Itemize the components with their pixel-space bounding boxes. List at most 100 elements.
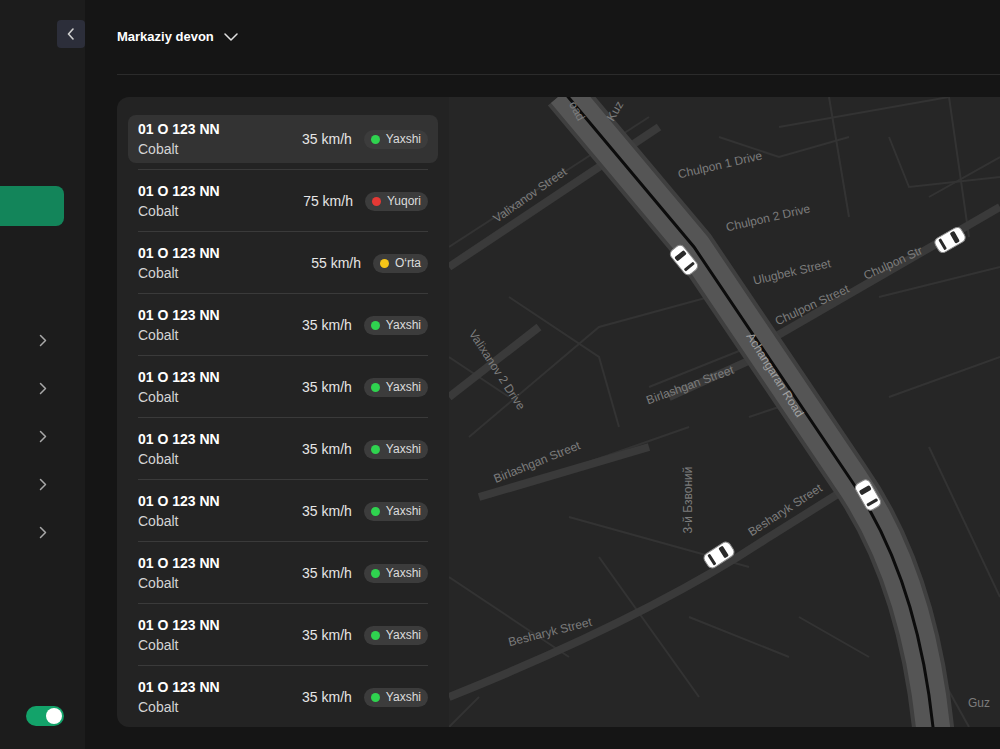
status-label: O‘rta bbox=[395, 254, 421, 272]
row-divider bbox=[138, 355, 428, 356]
theme-toggle[interactable] bbox=[26, 706, 64, 726]
status-badge: Yaxshi bbox=[364, 688, 428, 707]
status-label: Yaxshi bbox=[386, 502, 421, 520]
vehicle-plate: 01 O 123 NN bbox=[138, 429, 302, 449]
row-divider bbox=[138, 541, 428, 542]
sidebar-item[interactable] bbox=[0, 460, 85, 508]
vehicle-speed: 55 km/h bbox=[311, 253, 361, 274]
vehicle-row[interactable]: 01 O 123 NNCobalt35 km/h Yaxshi bbox=[128, 301, 438, 349]
car-icon[interactable] bbox=[668, 243, 699, 276]
car-icon[interactable] bbox=[854, 478, 883, 512]
row-divider bbox=[138, 417, 428, 418]
vehicle-row[interactable]: 01 O 123 NNCobalt35 km/h Yaxshi bbox=[128, 611, 438, 659]
street-label: Birlashgan Street bbox=[644, 362, 736, 407]
street-label: 3-й Бзвоний bbox=[681, 466, 695, 533]
vehicle-model: Cobalt bbox=[138, 697, 302, 717]
row-divider bbox=[138, 169, 428, 170]
sidebar-item[interactable] bbox=[0, 364, 85, 412]
status-dot bbox=[371, 383, 380, 392]
street-label: Chulpon Street bbox=[773, 281, 852, 328]
sidebar bbox=[0, 0, 85, 749]
status-badge: Yaxshi bbox=[364, 130, 428, 149]
vehicle-plate: 01 O 123 NN bbox=[138, 491, 302, 511]
car-icon[interactable] bbox=[702, 540, 736, 570]
street-label: Besharyk Street bbox=[745, 481, 825, 540]
vehicle-model: Cobalt bbox=[138, 387, 302, 407]
status-badge: Yaxshi bbox=[364, 502, 428, 521]
vehicle-row[interactable]: 01 O 123 NNCobalt75 km/hYuqori bbox=[128, 177, 438, 225]
vehicle-plate: 01 O 123 NN bbox=[138, 243, 311, 263]
vehicle-row[interactable]: 01 O 123 NNCobalt35 km/h Yaxshi bbox=[128, 115, 438, 163]
status-label: Yaxshi bbox=[386, 626, 421, 644]
vehicle-speed: 35 km/h bbox=[302, 625, 352, 646]
vehicle-speed: 35 km/h bbox=[302, 129, 352, 150]
vehicle-plate: 01 O 123 NN bbox=[138, 553, 302, 573]
vehicle-model: Cobalt bbox=[138, 635, 302, 655]
vehicle-list: 01 O 123 NNCobalt35 km/hYaxshi01 O 123 N… bbox=[117, 97, 449, 727]
sidebar-item[interactable] bbox=[0, 508, 85, 556]
vehicle-model: Cobalt bbox=[138, 139, 302, 159]
vehicle-plate: 01 O 123 NN bbox=[138, 181, 303, 201]
status-badge: Yuqori bbox=[365, 192, 428, 211]
vehicle-plate: 01 O 123 NN bbox=[138, 367, 302, 387]
header: Markaziy devon bbox=[117, 0, 1000, 75]
vehicle-info: 01 O 123 NNCobalt bbox=[138, 119, 302, 159]
workspace-title: Markaziy devon bbox=[117, 27, 214, 47]
street-label: Guz bbox=[968, 696, 990, 710]
vehicle-row[interactable]: 01 O 123 NNCobalt35 km/hYaxshi bbox=[128, 425, 438, 473]
row-divider bbox=[138, 231, 428, 232]
street-label: Achangaran Road bbox=[743, 330, 806, 419]
status-dot bbox=[371, 693, 380, 702]
row-divider bbox=[138, 479, 428, 480]
street-label: Birlashgan Street bbox=[492, 438, 583, 486]
dropdown-chevron-icon bbox=[224, 33, 238, 41]
vehicle-info: 01 O 123 NNCobalt bbox=[138, 305, 302, 345]
vehicle-model: Cobalt bbox=[138, 325, 302, 345]
map-canvas[interactable]: oadKuzValixanov StreetChulpon 1 DriveChu… bbox=[449, 97, 1000, 727]
vehicle-plate: 01 O 123 NN bbox=[138, 305, 302, 325]
car-icon[interactable] bbox=[933, 226, 967, 255]
vehicle-row[interactable]: 01 O 123 NNCobalt35 km/h Yaxshi bbox=[128, 549, 438, 597]
vehicle-speed: 35 km/h bbox=[302, 563, 352, 584]
vehicle-info: 01 O 123 NNCobalt bbox=[138, 553, 302, 593]
vehicle-model: Cobalt bbox=[138, 511, 302, 531]
vehicle-row[interactable]: 01 O 123 NNCobalt55 km/hO‘rta bbox=[128, 239, 438, 287]
vehicle-row[interactable]: 01 O 123 NNCobalt35 km/hYaxshi bbox=[128, 363, 438, 411]
status-label: Yaxshi bbox=[386, 564, 421, 582]
sidebar-item[interactable] bbox=[0, 316, 85, 364]
vehicle-info: 01 O 123 NNCobalt bbox=[138, 429, 302, 469]
toggle-knob bbox=[46, 708, 62, 724]
street-label: Chulpon 2 Drive bbox=[725, 201, 812, 234]
chevron-right-icon bbox=[39, 478, 47, 491]
workspace-selector[interactable]: Markaziy devon bbox=[117, 27, 238, 47]
main-area: Markaziy devon01 O 123 NNCobalt35 km/hYa… bbox=[85, 0, 1000, 749]
vehicle-info: 01 O 123 NNCobalt bbox=[138, 491, 302, 531]
vehicle-speed: 35 km/h bbox=[302, 315, 352, 336]
vehicle-row[interactable]: 01 O 123 NNCobalt35 km/hYaxshi bbox=[128, 487, 438, 535]
status-dot bbox=[371, 135, 380, 144]
vehicle-model: Cobalt bbox=[138, 573, 302, 593]
status-badge: O‘rta bbox=[373, 254, 428, 273]
status-badge: Yaxshi bbox=[364, 440, 428, 459]
vehicle-model: Cobalt bbox=[138, 449, 302, 469]
vehicle-info: 01 O 123 NNCobalt bbox=[138, 615, 302, 655]
status-dot bbox=[371, 631, 380, 640]
sidebar-item[interactable] bbox=[0, 412, 85, 460]
row-divider bbox=[138, 665, 428, 666]
status-badge: Yaxshi bbox=[364, 378, 428, 397]
street-label: Valixanov Street bbox=[491, 164, 570, 225]
vehicle-speed: 35 km/h bbox=[302, 687, 352, 708]
sidebar-item[interactable] bbox=[0, 186, 64, 226]
vehicle-info: 01 O 123 NNCobalt bbox=[138, 367, 302, 407]
status-label: Yaxshi bbox=[386, 316, 421, 334]
status-label: Yaxshi bbox=[386, 378, 421, 396]
status-label: Yaxshi bbox=[386, 440, 421, 458]
street-label: Chulpon Str bbox=[861, 243, 924, 282]
map[interactable]: oadKuzValixanov StreetChulpon 1 DriveChu… bbox=[449, 97, 1000, 727]
vehicle-row[interactable]: 01 O 123 NNCobalt35 km/hYaxshi bbox=[128, 673, 438, 721]
status-label: Yaxshi bbox=[386, 130, 421, 148]
vehicle-speed: 75 km/h bbox=[303, 191, 353, 212]
back-button[interactable] bbox=[57, 20, 85, 48]
status-dot bbox=[371, 507, 380, 516]
status-label: Yuqori bbox=[387, 192, 421, 210]
